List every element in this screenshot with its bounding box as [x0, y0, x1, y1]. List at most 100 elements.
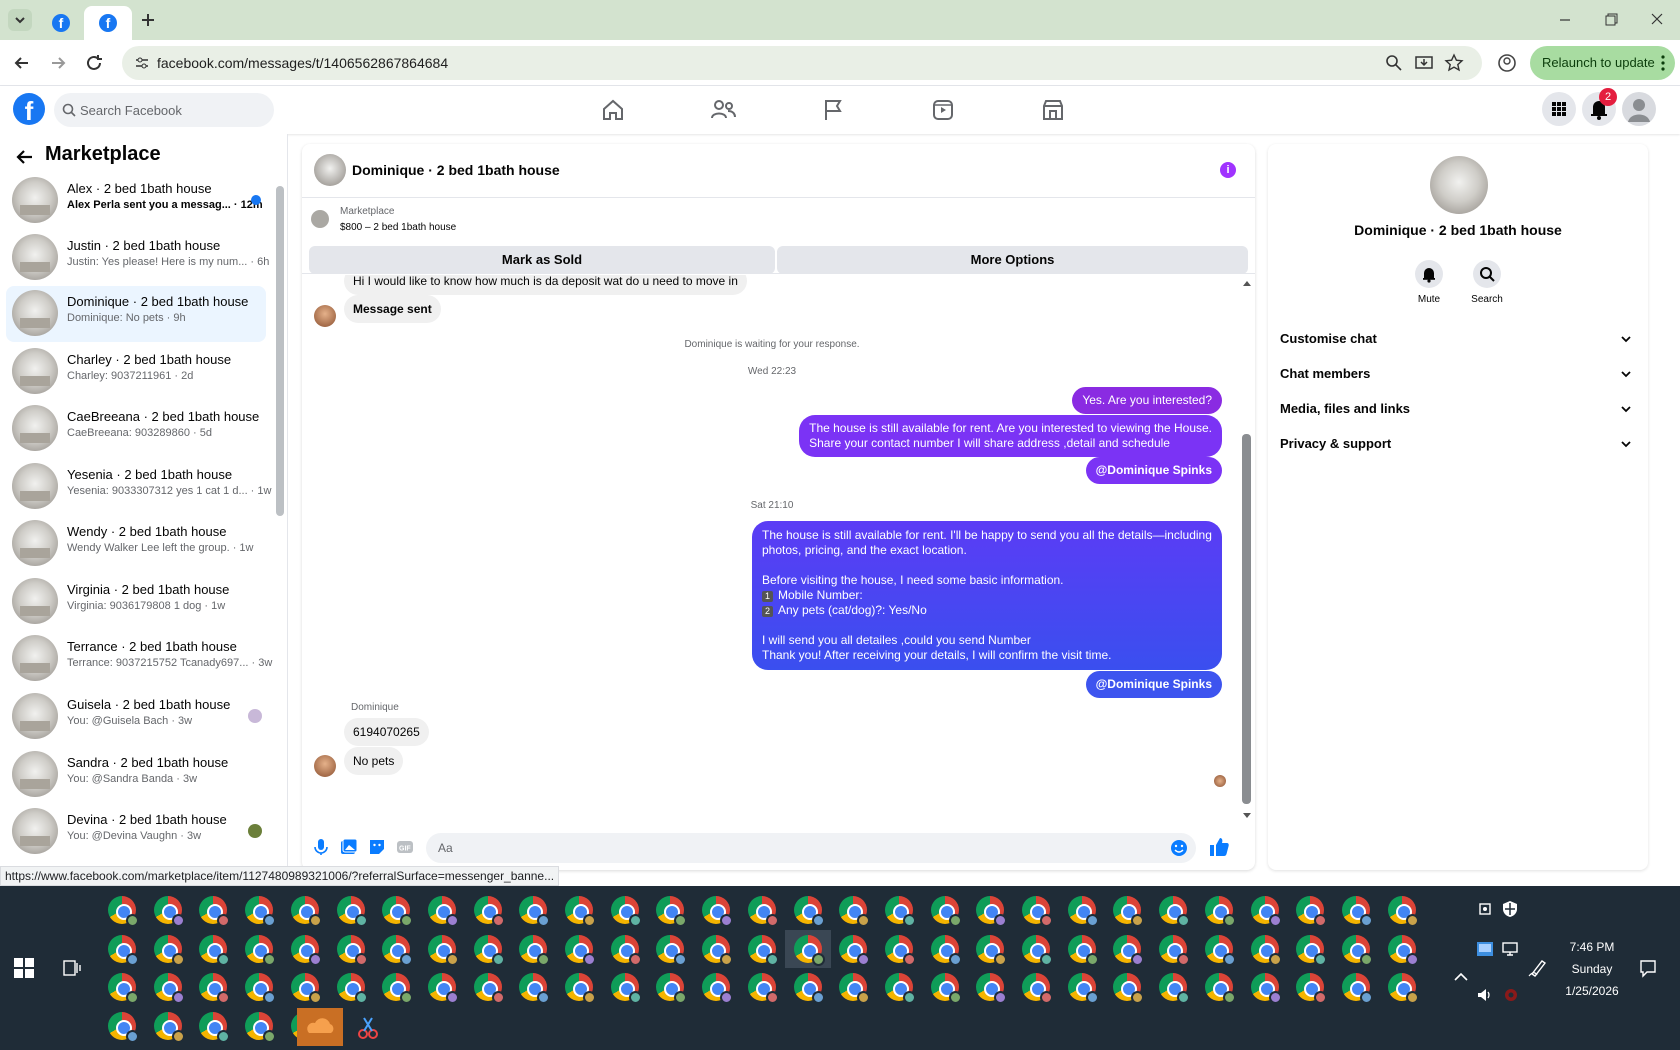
taskbar-app-chrome[interactable] [290, 896, 322, 927]
browser-tab-facebook-active[interactable]: f [84, 6, 132, 40]
taskbar-app-chrome[interactable] [1067, 896, 1099, 927]
tab-search-dropdown[interactable] [8, 9, 32, 31]
taskbar-app-chrome[interactable] [427, 973, 459, 1004]
back-arrow-button[interactable] [14, 146, 36, 168]
chat-avatar[interactable] [314, 154, 346, 186]
site-settings-icon[interactable] [132, 53, 152, 73]
conversation-item[interactable]: Guisela · 2 bed 1bath house You: @Guisel… [6, 689, 266, 745]
taskbar-app-chrome[interactable] [610, 973, 642, 1004]
taskbar-app-chrome[interactable] [108, 934, 139, 966]
like-button[interactable] [1208, 836, 1230, 858]
gif-button[interactable]: GIF [396, 838, 414, 856]
conversation-avatar[interactable] [1430, 156, 1488, 214]
chat-scrollbar[interactable] [1242, 434, 1251, 804]
taskbar-app-chrome[interactable] [473, 934, 505, 966]
taskbar-app-chrome[interactable] [427, 934, 459, 966]
taskbar-app-chrome[interactable] [702, 973, 734, 1004]
task-view-icon[interactable] [62, 958, 82, 978]
minimize-button[interactable] [1550, 8, 1580, 32]
emoji-icon[interactable] [1170, 839, 1188, 857]
scroll-down-arrow-icon[interactable] [1242, 812, 1252, 820]
snipping-tool-icon[interactable] [354, 1014, 382, 1042]
back-button[interactable] [11, 52, 33, 74]
sidebar-scrollbar[interactable] [276, 186, 284, 516]
mark-as-sold-button[interactable]: Mark as Sold [309, 246, 775, 274]
taskbar-app-chrome[interactable] [884, 896, 916, 927]
taskbar-app-chrome[interactable] [153, 896, 185, 927]
mute-button[interactable]: Mute [1399, 260, 1459, 305]
facebook-logo-icon[interactable]: f [13, 93, 45, 126]
sender-avatar[interactable] [314, 755, 336, 777]
taskbar-app-chrome[interactable] [884, 973, 916, 1004]
taskbar-app-chrome[interactable] [519, 973, 551, 1004]
conversation-item[interactable]: Justin · 2 bed 1bath house Justin: Yes p… [6, 230, 269, 286]
taskbar-app-chrome[interactable] [290, 934, 322, 966]
notification-center-icon[interactable] [1638, 958, 1658, 978]
taskbar-app-chrome[interactable] [702, 896, 734, 927]
taskbar-app-chrome[interactable] [1250, 934, 1282, 966]
taskbar-app-chrome[interactable] [747, 896, 779, 927]
taskbar-app-chrome[interactable] [839, 934, 871, 966]
taskbar-app-chrome[interactable] [1113, 896, 1145, 927]
taskbar-app-chrome[interactable] [336, 896, 368, 927]
taskbar-app-chrome[interactable] [1296, 934, 1328, 966]
message-input[interactable]: Aa [426, 833, 1196, 863]
profile-icon[interactable] [1496, 52, 1518, 74]
taskbar-app-chrome[interactable] [245, 1011, 277, 1043]
taskbar-app-chrome[interactable] [108, 896, 139, 927]
taskbar-app-chrome[interactable] [1113, 934, 1145, 966]
conversation-item[interactable]: Alex · 2 bed 1bath house Alex Perla sent… [6, 173, 266, 229]
volume-icon[interactable] [1476, 986, 1494, 1004]
conversation-item[interactable]: Devina · 2 bed 1bath house You: @Devina … [6, 804, 266, 860]
taskbar-app-chrome[interactable] [1296, 973, 1328, 1004]
taskbar-app-chrome[interactable] [336, 934, 368, 966]
taskbar-app-chrome[interactable] [199, 934, 231, 966]
scroll-up-arrow-icon[interactable] [1242, 279, 1252, 287]
taskbar-app-chrome[interactable] [153, 973, 185, 1004]
taskbar-app-chrome[interactable] [1250, 896, 1282, 927]
menu-button[interactable] [1542, 92, 1576, 126]
customise-chat-section[interactable]: Customise chat [1280, 323, 1636, 353]
taskbar-app-chrome[interactable] [1341, 973, 1373, 1004]
home-nav-button[interactable] [599, 96, 627, 124]
taskbar-app-chrome[interactable] [199, 1011, 231, 1043]
taskbar-app-chrome[interactable] [1159, 934, 1191, 966]
taskbar-app-chrome[interactable] [1159, 896, 1191, 927]
taskbar-app-chrome[interactable] [610, 934, 642, 966]
mention-message[interactable]: @Dominique Spinks [1085, 671, 1222, 698]
taskbar-app-chrome[interactable] [656, 896, 688, 927]
taskbar-app-chrome[interactable] [108, 973, 139, 1004]
forward-button[interactable] [47, 52, 69, 74]
media-files-links-section[interactable]: Media, files and links [1280, 393, 1636, 423]
attach-photo-button[interactable] [340, 838, 358, 856]
conversation-item[interactable]: Charley · 2 bed 1bath house Charley: 903… [6, 344, 266, 400]
taskbar-app-chrome[interactable] [108, 1011, 139, 1043]
browser-tab-facebook-1[interactable]: f [44, 6, 78, 40]
chevron-up-icon[interactable] [1452, 968, 1470, 986]
listing-price[interactable]: $800 – 2 bed 1bath house [340, 222, 456, 233]
taskbar-app-chrome[interactable] [839, 973, 871, 1004]
chat-title[interactable]: Dominique · 2 bed 1bath house [352, 162, 560, 178]
taskbar-app-chrome[interactable] [656, 973, 688, 1004]
taskbar-app-chrome[interactable] [153, 934, 185, 966]
more-options-button[interactable]: More Options [777, 246, 1248, 274]
taskbar-app-chrome[interactable] [976, 896, 1008, 927]
taskbar-app-chrome[interactable] [199, 896, 231, 927]
pages-nav-button[interactable] [819, 96, 847, 124]
taskbar-app-chrome[interactable] [930, 973, 962, 1004]
pen-icon[interactable] [1528, 958, 1548, 978]
taskbar-app-chrome[interactable] [747, 934, 779, 966]
sticker-button[interactable] [368, 838, 386, 856]
taskbar-app-chrome[interactable] [473, 896, 505, 927]
relaunch-to-update-button[interactable]: Relaunch to update [1530, 46, 1675, 80]
taskbar-app-chrome[interactable] [976, 973, 1008, 1004]
taskbar-app-cloudflare[interactable] [297, 1008, 343, 1046]
reload-button[interactable] [83, 52, 105, 74]
install-app-icon[interactable] [1414, 53, 1434, 73]
info-icon[interactable]: i [1220, 162, 1236, 178]
bookmark-star-icon[interactable] [1444, 53, 1464, 73]
taskbar-app-chrome[interactable] [1067, 973, 1099, 1004]
taskbar-app-chrome[interactable] [1341, 934, 1373, 966]
taskbar-app-chrome[interactable] [1387, 934, 1419, 966]
voice-clip-button[interactable] [312, 838, 330, 856]
